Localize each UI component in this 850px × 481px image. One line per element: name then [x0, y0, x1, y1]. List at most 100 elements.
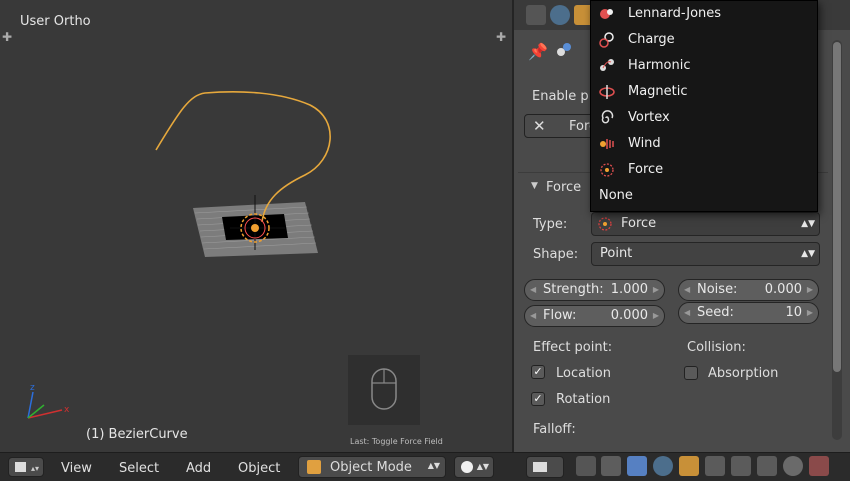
world-icon[interactable] — [550, 5, 570, 25]
location-checkbox[interactable]: ✓ — [531, 365, 545, 379]
mouse-icon — [371, 368, 397, 410]
left-arrow-icon[interactable]: ◀ — [530, 306, 536, 326]
properties-icon — [533, 462, 547, 472]
dropdown-item-label: Charge — [628, 32, 675, 47]
magnetic-icon — [599, 84, 615, 100]
render-tab-icon[interactable] — [576, 456, 596, 476]
right-arrow-icon[interactable]: ▶ — [807, 280, 813, 300]
rotation-label: Rotation — [556, 392, 611, 407]
menu-view[interactable]: View — [61, 461, 92, 476]
updown-arrows-icon: ▲▼ — [801, 219, 815, 229]
dropdown-item-magnetic[interactable]: Magnetic — [591, 79, 817, 105]
falloff-label: Falloff: — [533, 422, 576, 437]
left-arrow-icon[interactable]: ◀ — [684, 303, 690, 323]
noise-field[interactable]: ◀ Noise: 0.000 ▶ — [678, 279, 819, 301]
mode-select-value: Object Mode — [330, 460, 412, 475]
noise-value: 0.000 — [764, 282, 802, 297]
svg-text:▴▾: ▴▾ — [31, 464, 39, 473]
render-layers-tab-icon[interactable] — [601, 456, 621, 476]
dropdown-item-label: Harmonic — [628, 58, 691, 73]
wind-icon — [599, 136, 615, 152]
material-tab-icon[interactable] — [783, 456, 803, 476]
dropdown-item-wind[interactable]: Wind — [591, 131, 817, 157]
dropdown-item-label: Force — [628, 162, 664, 177]
flow-field[interactable]: ◀ Flow: 0.000 ▶ — [524, 305, 665, 327]
charge-icon — [599, 32, 615, 48]
absorption-label: Absorption — [708, 366, 779, 381]
section-expand-icon[interactable]: ▼ — [531, 181, 538, 191]
constraints-tab-icon[interactable] — [705, 456, 725, 476]
cube-editor-icon: ▴▾ — [15, 462, 39, 473]
close-x-icon[interactable]: ✕ — [533, 117, 546, 135]
dropdown-item-charge[interactable]: Charge — [591, 27, 817, 53]
physics-tab-icon[interactable] — [627, 456, 647, 476]
physics-icon — [556, 42, 572, 58]
force-field-button[interactable]: ✕ Force — [524, 114, 604, 138]
svg-text:x: x — [64, 405, 70, 415]
shape-select-value: Point — [600, 246, 633, 261]
menu-select[interactable]: Select — [119, 461, 159, 476]
dropdown-item-label: Lennard-Jones — [628, 6, 722, 21]
force-icon — [599, 162, 615, 178]
rotation-checkbox[interactable]: ✓ — [531, 392, 545, 406]
type-label: Type: — [533, 217, 568, 232]
editor-type-button[interactable]: ▴▾ — [8, 457, 44, 477]
last-operator-label: Last: Toggle Force Field — [350, 437, 443, 446]
dropdown-item-harmonic[interactable]: Harmonic — [591, 53, 817, 79]
active-object-label: (1) BezierCurve — [86, 427, 188, 442]
seed-value: 10 — [785, 305, 802, 320]
updown-arrows-icon: ▲▼ — [427, 461, 440, 470]
modifiers-wrench-icon[interactable] — [731, 456, 751, 476]
enable-physics-label: Enable p — [532, 89, 589, 104]
dropdown-item-label: None — [599, 188, 633, 203]
dropdown-item-label: Vortex — [628, 110, 670, 125]
mode-select[interactable]: Object Mode ▲▼ — [298, 456, 446, 478]
dropdown-item-label: Magnetic — [628, 84, 688, 99]
harmonic-icon — [599, 58, 615, 74]
left-arrow-icon[interactable]: ◀ — [530, 280, 536, 300]
world-tab-icon[interactable] — [653, 456, 673, 476]
axes-gizmo: z x — [27, 383, 70, 419]
object-tab-icon[interactable] — [679, 456, 699, 476]
absorption-checkbox[interactable] — [684, 366, 698, 380]
svg-text:z: z — [30, 383, 35, 393]
solid-shading-icon — [461, 461, 473, 473]
shape-select[interactable]: Point ▲▼ — [591, 242, 820, 266]
right-arrow-icon[interactable]: ▶ — [653, 280, 659, 300]
dropdown-item-force[interactable]: Force — [591, 157, 817, 183]
data-curve-icon[interactable] — [757, 456, 777, 476]
pin-icon[interactable]: 📌 — [528, 42, 548, 61]
lennard-jones-icon — [599, 6, 615, 22]
right-arrow-icon[interactable]: ▶ — [653, 306, 659, 326]
menu-add[interactable]: Add — [186, 461, 211, 476]
strength-label: Strength: — [543, 282, 604, 297]
force-section-title[interactable]: Force — [546, 180, 581, 195]
updown-arrows-icon: ▲▼ — [801, 249, 815, 259]
type-select[interactable]: Force ▲▼ — [591, 212, 820, 236]
3d-viewport[interactable]: User Ortho ✚ ✚ z x (1) BezierCurve Last:… — [0, 0, 512, 452]
menu-object[interactable]: Object — [238, 461, 280, 476]
scene-canvas[interactable]: z x — [0, 0, 512, 452]
noise-label: Noise: — [697, 282, 738, 297]
dropdown-item-none[interactable]: None — [591, 183, 817, 209]
flow-value: 0.000 — [610, 308, 648, 323]
location-label: Location — [556, 366, 611, 381]
strength-field[interactable]: ◀ Strength: 1.000 ▶ — [524, 279, 665, 301]
left-arrow-icon[interactable]: ◀ — [684, 280, 690, 300]
dropdown-item-vortex[interactable]: Vortex — [591, 105, 817, 131]
properties-editor-type-button[interactable] — [526, 456, 564, 478]
mouse-indicator — [348, 355, 420, 425]
force-type-icon — [598, 217, 612, 231]
strength-value: 1.000 — [610, 282, 648, 297]
panel-scrollbar-thumb[interactable] — [833, 42, 841, 372]
texture-tab-icon[interactable] — [809, 456, 829, 476]
viewport-shading-button[interactable]: ▲▼ — [454, 456, 494, 478]
collision-label: Collision: — [687, 340, 746, 355]
type-select-value: Force — [621, 216, 657, 231]
dropdown-item-lennard-jones[interactable]: Lennard-Jones — [591, 1, 817, 27]
object-mode-icon — [307, 460, 321, 474]
right-arrow-icon[interactable]: ▶ — [807, 303, 813, 323]
seed-field[interactable]: ◀ Seed: 10 ▶ — [678, 302, 819, 324]
vortex-icon — [599, 110, 615, 126]
render-layers-icon[interactable] — [526, 5, 546, 25]
